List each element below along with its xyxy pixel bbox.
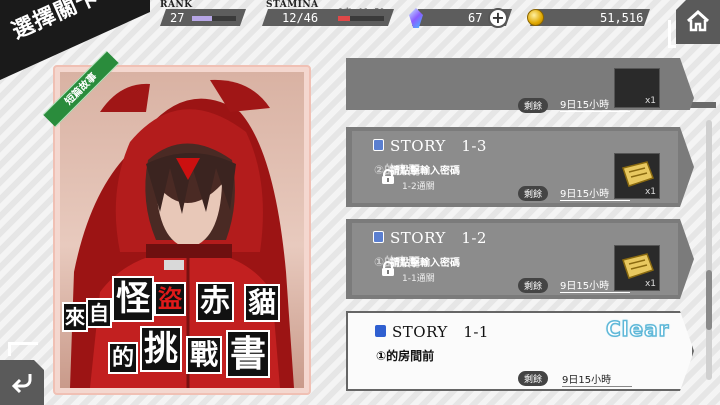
story-book-icon bbox=[373, 139, 384, 151]
stage-title: STORY 1-2 bbox=[390, 229, 487, 247]
title-char: 挑 bbox=[140, 326, 182, 372]
rank-value: 27 bbox=[170, 11, 185, 25]
home-bracket-decoration bbox=[668, 20, 676, 48]
reward-item-box[interactable]: x1 bbox=[614, 153, 660, 199]
buy-gems-button[interactable]: + bbox=[488, 8, 508, 28]
stage-item-story-1-1[interactable]: STORY 1-1 Clear ①的房間前 剩餘 9日15小時 bbox=[346, 311, 694, 391]
coin-icon bbox=[527, 9, 544, 26]
clear-stamp: Clear bbox=[605, 316, 670, 342]
title-char: 赤 bbox=[196, 282, 234, 322]
title-char: 盜 bbox=[154, 282, 186, 316]
title-char: 自 bbox=[86, 298, 112, 328]
rank-label: RANK bbox=[160, 0, 193, 10]
lock-icon bbox=[382, 261, 394, 276]
back-arrow-icon bbox=[11, 374, 32, 394]
reward-count: x1 bbox=[644, 187, 656, 197]
unlock-hint: 請點擊輸入密碼 bbox=[390, 166, 460, 177]
back-bracket-decoration bbox=[8, 342, 38, 356]
home-button[interactable] bbox=[676, 0, 720, 44]
stage-name: ①的房間前 bbox=[376, 349, 435, 363]
stamina-panel: 12/46 bbox=[262, 9, 394, 26]
rank-exp-fill bbox=[192, 16, 212, 21]
reward-count: x1 bbox=[644, 96, 656, 106]
lock-icon bbox=[382, 169, 394, 184]
stage-item-story-1-2[interactable]: STORY 1-2 ①的房間 請點擊輸入密碼 1-1通關 剩餘 9日15小時 x… bbox=[346, 219, 694, 299]
story-book-icon bbox=[375, 325, 386, 337]
remaining-badge: 剩餘 bbox=[518, 98, 549, 113]
list-scrollbar-thumb[interactable] bbox=[706, 270, 712, 330]
stamina-label: STAMINA bbox=[266, 0, 319, 10]
stamina-gauge bbox=[338, 16, 384, 21]
unlock-requirement: 1-1通關 bbox=[402, 274, 435, 284]
remaining-time: 9日15小時 bbox=[562, 371, 632, 387]
gold-panel: 51,516 bbox=[530, 9, 650, 26]
title-char: 書 bbox=[226, 330, 270, 378]
title-char: 戰 bbox=[186, 336, 222, 374]
rank-exp-gauge bbox=[192, 16, 236, 21]
title-char: 來 bbox=[62, 302, 88, 332]
rank-panel: 27 bbox=[160, 9, 246, 26]
gems-value: 67 bbox=[468, 11, 483, 25]
reward-count: x1 bbox=[644, 279, 656, 289]
list-scrollbar-track[interactable] bbox=[706, 120, 712, 380]
stamina-value: 12/46 bbox=[282, 11, 319, 25]
home-icon bbox=[686, 10, 710, 32]
story-book-icon bbox=[373, 231, 384, 243]
gold-value: 51,516 bbox=[600, 11, 644, 25]
stage-item-story-1-3[interactable]: STORY 1-3 ②的房間 請點擊輸入密碼 1-2通關 剩餘 9日15小時 x… bbox=[346, 127, 694, 207]
ticket-icon bbox=[622, 161, 654, 187]
title-char: 的 bbox=[108, 342, 138, 374]
remaining-badge: 剩餘 bbox=[518, 186, 549, 201]
title-char: 怪 bbox=[112, 276, 154, 322]
stage-item-partial[interactable]: 剩餘 9日15小時 x1 bbox=[346, 58, 694, 113]
back-button[interactable] bbox=[0, 360, 44, 405]
unlock-hint: 請點擊輸入密碼 bbox=[390, 258, 460, 269]
stage-title: STORY 1-1 bbox=[392, 323, 489, 341]
remaining-badge: 剩餘 bbox=[518, 371, 549, 386]
title-char: 貓 bbox=[244, 284, 280, 322]
stage-title: STORY 1-3 bbox=[390, 137, 487, 155]
ticket-icon bbox=[622, 253, 654, 279]
unlock-requirement: 1-2通關 bbox=[402, 182, 435, 192]
reward-item-box: x1 bbox=[614, 68, 660, 108]
reward-item-box[interactable]: x1 bbox=[614, 245, 660, 291]
remaining-badge: 剩餘 bbox=[518, 278, 549, 293]
stamina-fill bbox=[338, 16, 350, 21]
